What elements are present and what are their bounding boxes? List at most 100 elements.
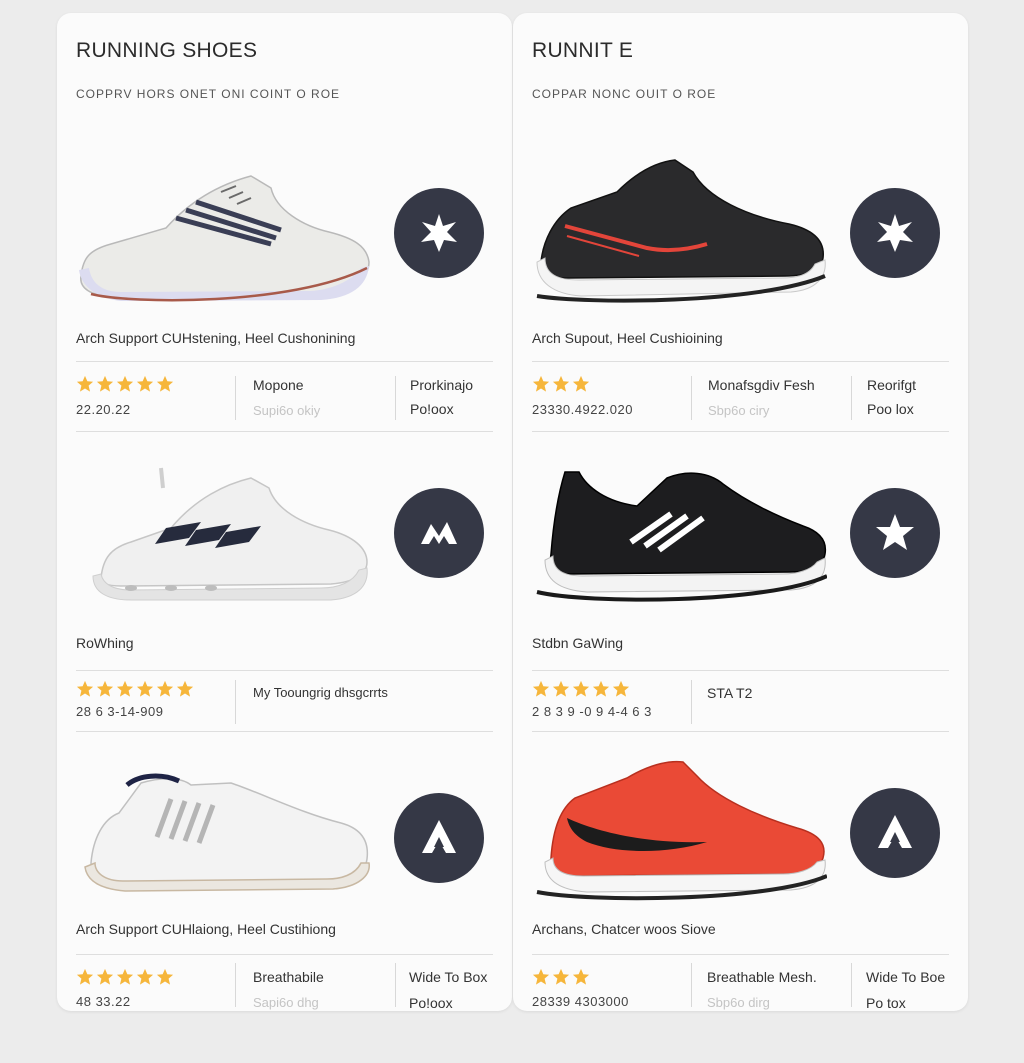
- product-card[interactable]: Arch Support CUHstening, Heel Cushoninin…: [57, 158, 512, 458]
- rating-stars: [76, 375, 174, 393]
- rating-stars: [532, 968, 590, 986]
- product-card[interactable]: Arch Support CUHlaiong, Heel Custihiong …: [57, 763, 512, 1063]
- spec-value: Po!oox: [409, 995, 453, 1011]
- product-panel-right: RUNNIT E COPPAR NONC OUIT O ROE Arch Sup…: [513, 13, 968, 1011]
- star-icon: [116, 375, 134, 392]
- product-card[interactable]: RoWhing 28 6 3-14-909 My Tooungrig dhsgc…: [57, 458, 512, 758]
- product-card[interactable]: Archans, Chatcer woos Siove 28339 430300…: [513, 758, 968, 1058]
- divider: [851, 376, 852, 420]
- product-code: 23330.4922.020: [532, 402, 633, 417]
- panel-title: RUNNIT E: [532, 39, 634, 62]
- starburst-icon: [421, 214, 457, 252]
- spec-label: Wide To Box: [409, 969, 488, 985]
- spec-label: Prorkinajo: [410, 377, 474, 393]
- divider: [691, 963, 692, 1007]
- divider: [235, 680, 236, 724]
- feature-text: RoWhing: [76, 635, 134, 651]
- product-code: 28 6 3-14-909: [76, 704, 164, 719]
- separator: [532, 670, 949, 671]
- star-icon: [552, 680, 570, 697]
- star-icon: [96, 375, 114, 392]
- running-shoe-icon[interactable]: [71, 458, 371, 608]
- star-icon: [552, 375, 570, 392]
- separator: [532, 954, 949, 955]
- divider: [395, 376, 396, 420]
- starburst-icon: [877, 214, 913, 252]
- separator: [76, 954, 493, 955]
- spec-value: Supi6o okiy: [253, 403, 321, 418]
- separator: [76, 431, 493, 432]
- badge-button[interactable]: [394, 188, 484, 278]
- product-card[interactable]: Stdbn GaWing 2 8 3 9 -0 9 4-4 6 3 STA T2: [513, 458, 968, 758]
- mountain-icon: [421, 522, 457, 544]
- spec-label: Breathable Mesh.: [707, 969, 817, 985]
- star-icon: [96, 680, 114, 697]
- star-icon: [876, 514, 914, 550]
- divider: [235, 376, 236, 420]
- running-shoe-icon[interactable]: [71, 158, 371, 308]
- spec-value: Poo lox: [867, 401, 914, 417]
- running-shoe-icon[interactable]: [527, 458, 827, 608]
- star-icon: [116, 968, 134, 985]
- spec-value: Sapi6o dhg: [253, 995, 319, 1010]
- star-icon: [532, 375, 550, 392]
- badge-button[interactable]: [394, 488, 484, 578]
- star-icon: [572, 680, 590, 697]
- badge-button[interactable]: [850, 188, 940, 278]
- peak-icon: [422, 820, 456, 853]
- star-icon: [572, 375, 590, 392]
- product-card[interactable]: Arch Supout, Heel Cushioining 23330.4922…: [513, 158, 968, 458]
- spec-label: Monafsgdiv Fesh: [708, 377, 815, 393]
- peak-icon: [878, 815, 912, 848]
- feature-text: Arch Support CUHstening, Heel Cushoninin…: [76, 330, 356, 346]
- product-code: 48 33.22: [76, 994, 131, 1009]
- star-icon: [156, 375, 174, 392]
- feature-text: Arch Supout, Heel Cushioining: [532, 330, 723, 346]
- spec-value: Po tox: [866, 995, 906, 1011]
- star-icon: [612, 680, 630, 697]
- divider: [851, 963, 852, 1007]
- star-icon: [156, 680, 174, 697]
- star-icon: [76, 375, 94, 392]
- divider: [395, 963, 396, 1007]
- star-icon: [572, 968, 590, 985]
- badge-button[interactable]: [850, 488, 940, 578]
- star-icon: [592, 680, 610, 697]
- star-icon: [96, 968, 114, 985]
- divider: [691, 680, 692, 724]
- spec-label: Mopone: [253, 377, 304, 393]
- divider: [235, 963, 236, 1007]
- rating-stars: [532, 375, 590, 393]
- star-icon: [136, 680, 154, 697]
- badge-button[interactable]: [850, 788, 940, 878]
- panel-subtitle: COPPAR NONC OUIT O ROE: [532, 87, 717, 101]
- rating-stars: [532, 680, 630, 698]
- separator: [532, 361, 949, 362]
- rating-stars: [76, 680, 194, 698]
- product-panel-left: RUNNING SHOES COPPRV HORS ONET ONI COINT…: [57, 13, 512, 1011]
- badge-button[interactable]: [394, 793, 484, 883]
- running-shoe-icon[interactable]: [71, 763, 371, 913]
- spec-label: Breathabile: [253, 969, 324, 985]
- running-shoe-icon[interactable]: [527, 758, 827, 908]
- rating-stars: [76, 968, 174, 986]
- separator: [532, 431, 949, 432]
- star-icon: [532, 680, 550, 697]
- star-icon: [156, 968, 174, 985]
- separator: [76, 361, 493, 362]
- star-icon: [532, 968, 550, 985]
- feature-text: Archans, Chatcer woos Siove: [532, 921, 716, 937]
- spec-value: Sbp6o dirg: [707, 995, 770, 1010]
- spec-value: Po!oox: [410, 401, 454, 417]
- star-icon: [552, 968, 570, 985]
- separator: [532, 731, 949, 732]
- panel-subtitle: COPPRV HORS ONET ONI COINT O ROE: [76, 87, 341, 101]
- running-shoe-icon[interactable]: [527, 158, 827, 308]
- star-icon: [76, 968, 94, 985]
- star-icon: [116, 680, 134, 697]
- spec-label: My Tooungrig dhsgcrrts: [253, 685, 388, 700]
- star-icon: [136, 968, 154, 985]
- product-code: 2 8 3 9 -0 9 4-4 6 3: [532, 704, 652, 719]
- spec-label: Wide To Boe: [866, 969, 946, 985]
- star-icon: [136, 375, 154, 392]
